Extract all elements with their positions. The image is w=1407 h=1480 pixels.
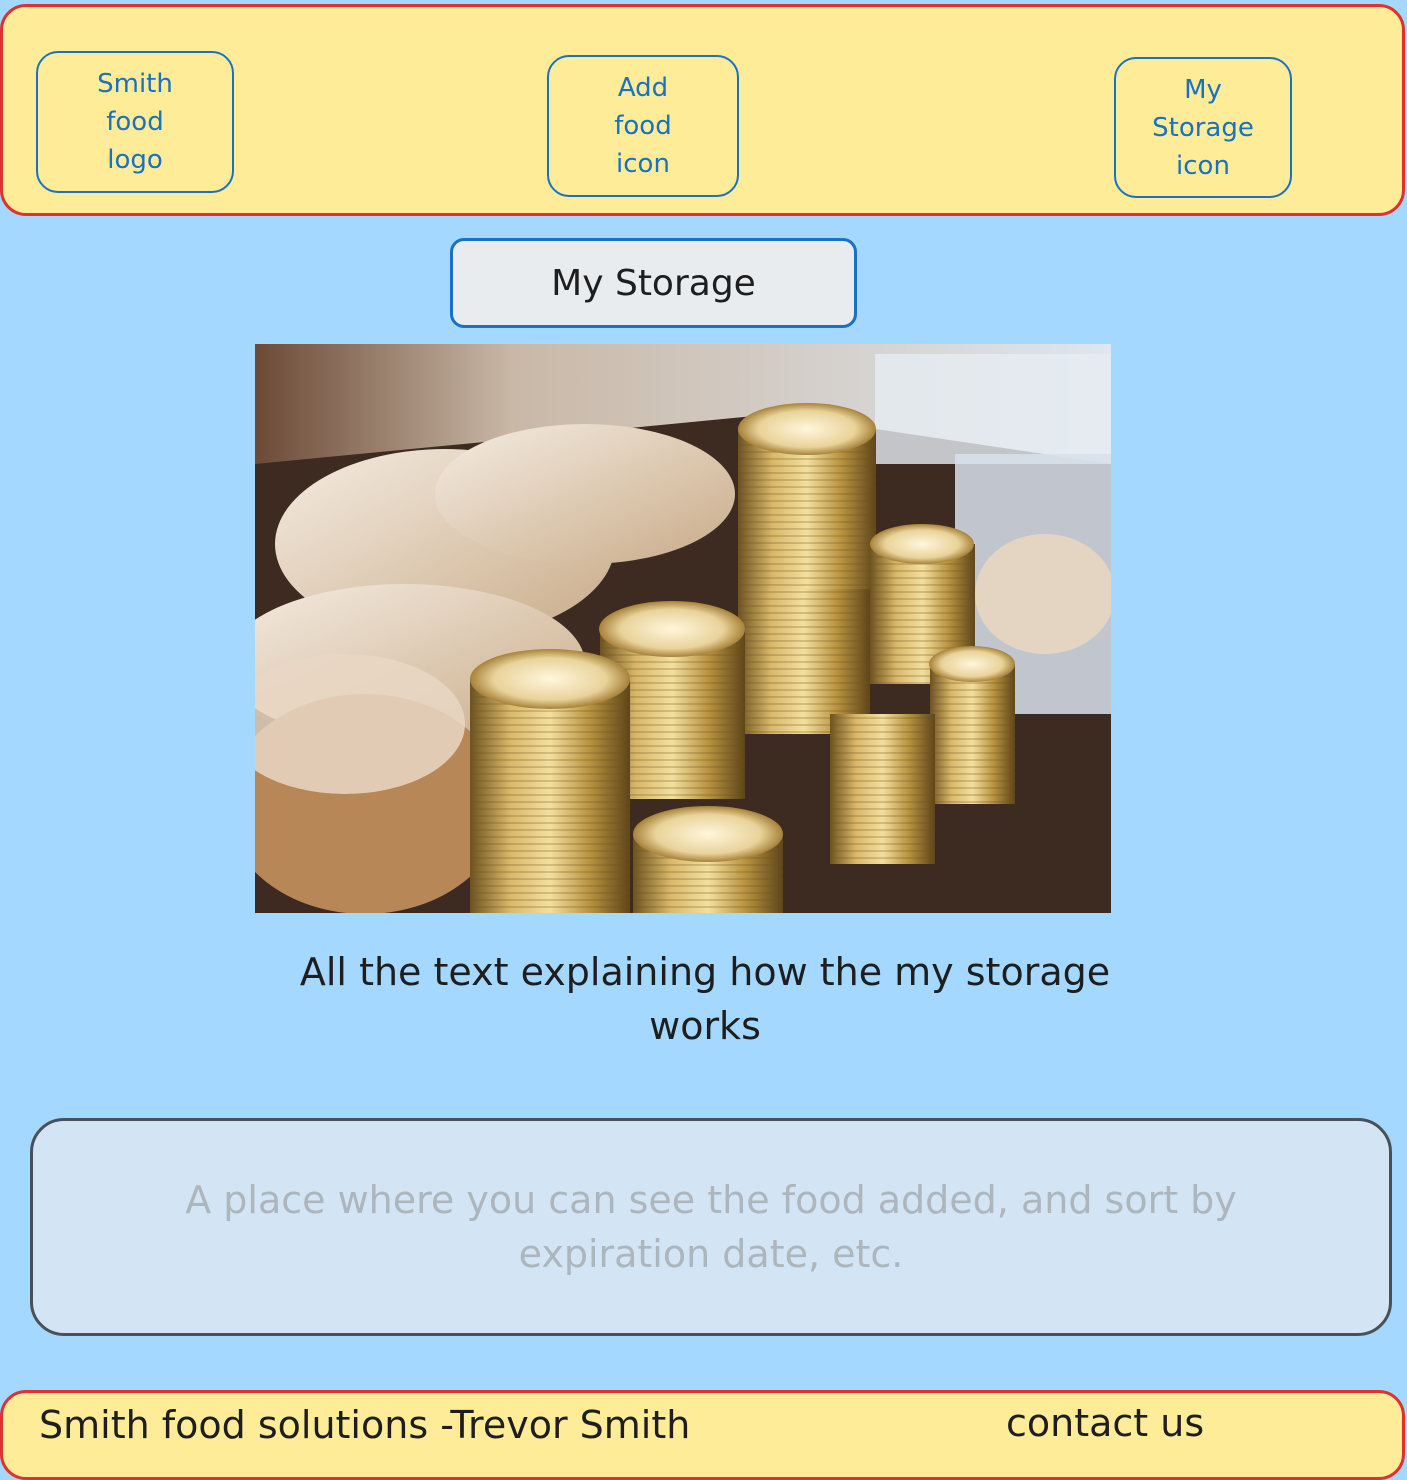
storage-explanation: All the text explaining how the my stora…: [299, 950, 1111, 1048]
add-food-icon[interactable]: Add food icon: [547, 55, 739, 197]
logo-label: Smith food logo: [97, 69, 173, 175]
page-title: My Storage: [450, 238, 857, 328]
header-bar: Smith food logo Add food icon My Storage…: [0, 4, 1405, 216]
footer-company-name: Smith food solutions -Trevor Smith: [39, 1403, 691, 1447]
add-food-label: Add food icon: [614, 73, 672, 179]
storage-list-placeholder: A place where you can see the food added…: [185, 1178, 1237, 1276]
storage-list-area[interactable]: A place where you can see the food added…: [30, 1118, 1392, 1336]
my-storage-icon[interactable]: My Storage icon: [1114, 57, 1292, 198]
footer-bar: Smith food solutions -Trevor Smith conta…: [0, 1390, 1405, 1480]
storage-photo: [255, 344, 1111, 913]
contact-us-link[interactable]: contact us: [1006, 1401, 1204, 1445]
my-storage-label: My Storage icon: [1152, 74, 1254, 181]
logo-placeholder[interactable]: Smith food logo: [36, 51, 234, 193]
